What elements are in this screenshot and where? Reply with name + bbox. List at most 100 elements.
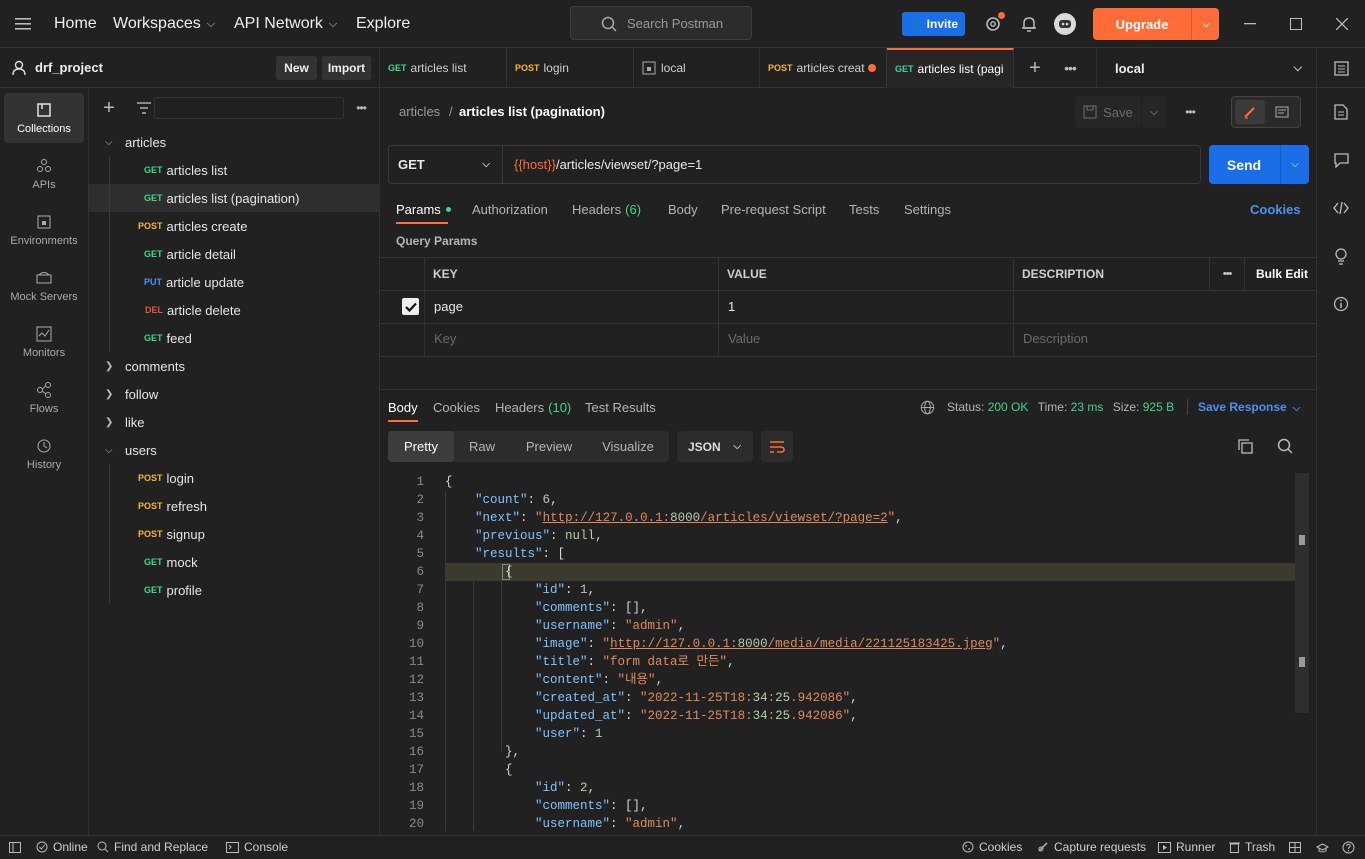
size-value[interactable]: 925 B — [1143, 400, 1174, 414]
lightbulb-icon[interactable] — [1333, 247, 1349, 265]
more-tabs-icon[interactable]: ••• — [1060, 58, 1080, 78]
chevron-down-icon[interactable]: ⌵ — [1281, 145, 1309, 184]
nav-api-network[interactable]: API Network ⌵ — [234, 0, 337, 48]
upgrade-button[interactable]: Upgrade ⌵ — [1093, 8, 1219, 40]
rail-collections[interactable]: Collections — [4, 93, 84, 143]
time-value[interactable]: 23 ms — [1071, 400, 1104, 414]
capture-requests-button[interactable]: Capture requests — [1037, 840, 1146, 854]
tree-item-article-delete[interactable]: DEL article delete — [89, 296, 380, 324]
response-tab-cookies[interactable]: Cookies — [433, 394, 480, 420]
tab-headers[interactable]: Headers (6) — [572, 196, 641, 222]
tab-prerequest-script[interactable]: Pre-request Script — [721, 196, 826, 222]
bulk-edit-button[interactable]: Bulk Edit — [1256, 258, 1308, 290]
param-checkbox[interactable] — [402, 298, 419, 315]
tree-item-articles-list[interactable]: GET articles list — [89, 156, 380, 184]
rail-monitors[interactable]: Monitors — [4, 317, 84, 367]
layout-icon[interactable] — [1288, 841, 1302, 853]
invite-button[interactable]: 👤 Invite — [902, 12, 965, 36]
minimize-icon[interactable] — [1242, 14, 1258, 34]
save-button[interactable]: Save — [1075, 96, 1141, 128]
tree-folder-articles[interactable]: ⌵ articles — [89, 128, 380, 156]
runner-button[interactable]: Runner — [1158, 840, 1215, 854]
environment-quicklook-icon[interactable] — [1333, 60, 1349, 76]
rail-flows[interactable]: Flows — [4, 373, 84, 423]
save-response-button[interactable]: Save Response ⌵ — [1198, 400, 1300, 414]
view-raw[interactable]: Raw — [460, 431, 504, 462]
view-visualize[interactable]: Visualize — [594, 431, 662, 462]
online-status[interactable]: Online — [36, 840, 88, 854]
help-icon[interactable] — [1341, 840, 1355, 854]
breadcrumb-parent[interactable]: articles — [399, 104, 440, 119]
description-input-placeholder[interactable]: Description — [1023, 331, 1088, 346]
more-options-icon[interactable]: ••• — [1180, 104, 1200, 120]
menu-icon[interactable] — [14, 16, 32, 32]
tab-articles-list-pagination[interactable]: GET articles list (pagi — [887, 48, 1014, 88]
tree-item-login[interactable]: POST login — [89, 464, 380, 492]
key-input-placeholder[interactable]: Key — [434, 331, 456, 346]
tab-articles-list[interactable]: GET articles list — [380, 48, 507, 88]
response-tab-headers[interactable]: Headers (10) — [495, 394, 571, 420]
console-button[interactable]: Console — [226, 840, 288, 854]
copy-icon[interactable] — [1237, 438, 1253, 454]
tree-folder-comments[interactable]: ❯ comments — [89, 352, 380, 380]
info-icon[interactable] — [1333, 296, 1349, 312]
cookies-link[interactable]: Cookies — [1250, 196, 1301, 222]
edit-icon[interactable] — [1235, 100, 1265, 124]
url-input[interactable]: {{host}}/articles/viewset/?page=1 — [514, 157, 702, 172]
nav-home[interactable]: Home — [54, 0, 97, 48]
more-options-icon[interactable]: ••• — [352, 98, 370, 118]
comments-icon[interactable] — [1333, 152, 1349, 168]
filter-icon[interactable] — [136, 100, 152, 116]
tab-local[interactable]: local — [634, 48, 760, 88]
maximize-icon[interactable] — [1288, 14, 1304, 34]
rail-mock-servers[interactable]: Mock Servers — [4, 261, 84, 311]
tree-item-article-update[interactable]: PUT article update — [89, 268, 380, 296]
tree-item-profile[interactable]: GET profile — [89, 576, 380, 604]
tree-item-feed[interactable]: GET feed — [89, 324, 380, 352]
rail-environments[interactable]: Environments — [4, 205, 84, 255]
avatar[interactable] — [1054, 13, 1076, 35]
tree-folder-follow[interactable]: ❯ follow — [89, 380, 380, 408]
add-collection-icon[interactable]: + — [100, 97, 118, 119]
documentation-icon[interactable] — [1268, 100, 1296, 124]
sidebar-search-input[interactable] — [154, 97, 344, 119]
find-replace-button[interactable]: Find and Replace — [97, 840, 208, 854]
chevron-down-icon[interactable]: ⌵ — [1197, 8, 1215, 40]
code-icon[interactable] — [1333, 200, 1349, 216]
close-icon[interactable] — [1334, 14, 1350, 34]
bootcamp-icon[interactable] — [1315, 841, 1329, 853]
environment-select[interactable]: local ⌵ — [1096, 48, 1316, 88]
more-options-icon[interactable]: ••• — [1217, 266, 1237, 282]
nav-workspaces[interactable]: Workspaces ⌵ — [113, 0, 215, 48]
rail-apis[interactable]: APIs — [4, 149, 84, 199]
cookies-button[interactable]: Cookies — [962, 840, 1022, 854]
response-tab-test-results[interactable]: Test Results — [585, 394, 656, 420]
tab-tests[interactable]: Tests — [849, 196, 879, 222]
nav-explore[interactable]: Explore — [356, 0, 410, 48]
param-value[interactable]: 1 — [728, 299, 735, 314]
bell-icon[interactable] — [1020, 14, 1038, 34]
globe-icon[interactable] — [919, 399, 935, 415]
tree-folder-users[interactable]: ⌵ users — [89, 436, 380, 464]
format-select[interactable]: JSON ⌵ — [677, 431, 753, 462]
rail-history[interactable]: History — [4, 429, 84, 479]
search-icon[interactable] — [1277, 438, 1293, 454]
trash-button[interactable]: Trash — [1229, 840, 1275, 854]
param-key[interactable]: page — [434, 299, 463, 314]
tree-item-articles-create[interactable]: POST articles create — [89, 212, 380, 240]
tab-login[interactable]: POST login — [507, 48, 634, 88]
tab-params[interactable]: Params — [396, 196, 451, 222]
new-button[interactable]: New — [276, 56, 317, 80]
status-value[interactable]: 200 OK — [988, 400, 1029, 414]
send-button[interactable]: Send — [1209, 145, 1279, 184]
scrollbar[interactable] — [1295, 473, 1309, 713]
tree-item-article-detail[interactable]: GET article detail — [89, 240, 380, 268]
value-input-placeholder[interactable]: Value — [728, 331, 760, 346]
tab-settings[interactable]: Settings — [904, 196, 951, 222]
tree-item-signup[interactable]: POST signup — [89, 520, 380, 548]
add-tab-icon[interactable]: + — [1026, 57, 1044, 79]
save-dropdown-icon[interactable]: ⌵ — [1142, 96, 1166, 128]
documentation-icon[interactable] — [1333, 104, 1349, 120]
tab-authorization[interactable]: Authorization — [472, 196, 548, 222]
tree-item-mock[interactable]: GET mock — [89, 548, 380, 576]
